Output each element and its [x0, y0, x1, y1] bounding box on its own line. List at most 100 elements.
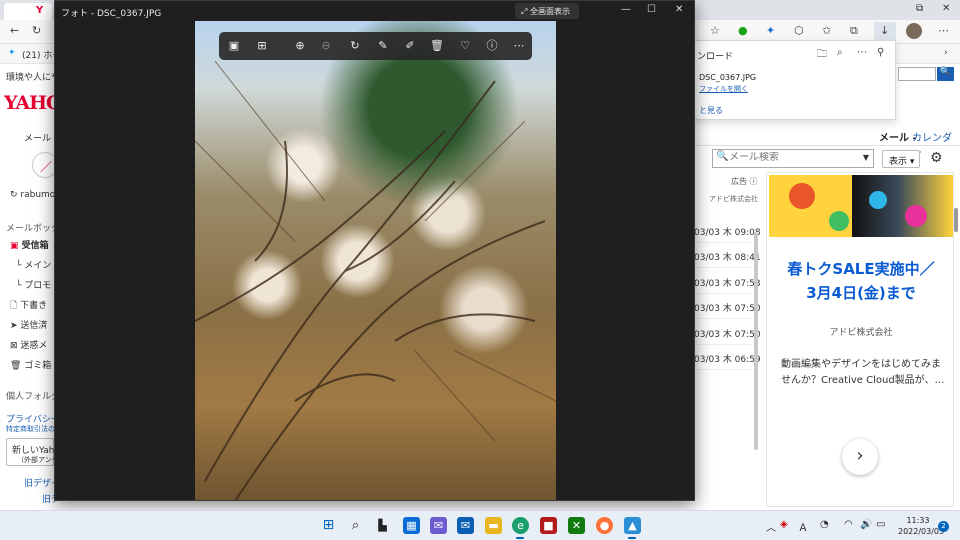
folder-trash-label: ゴミ箱 [24, 361, 52, 371]
start-windows-icon[interactable]: ⊞ [320, 517, 337, 534]
commerce-law-link[interactable]: 特定商取引法の [6, 424, 55, 434]
web-search-button[interactable]: 🔍 [937, 67, 954, 81]
ad-headline[interactable]: 春トクSALE実施中／ 3月4日(金)まで [767, 257, 955, 305]
photos-window: フォト - DSC_0367.JPG ⤢ 全画面表示 — ☐ ✕ ▣ ⊞ ⊕ ⊖… [54, 0, 695, 501]
pin-icon[interactable]: ⚲ [877, 47, 884, 58]
account-row[interactable]: ↻ rabumo [10, 190, 55, 200]
page-scrollbar[interactable] [954, 208, 958, 232]
refresh-button[interactable]: ↻ [32, 24, 41, 37]
app-icon[interactable]: ■ [540, 517, 557, 534]
info-icon[interactable]: ⓘ [484, 38, 500, 54]
maximize-button[interactable]: ☐ [647, 4, 656, 15]
folder-sent[interactable]: ➤ 送信済 [10, 318, 47, 331]
wifi-icon[interactable]: ◠ [844, 519, 853, 530]
open-file-link[interactable]: ファイルを開く [699, 84, 748, 94]
edge-browser-icon[interactable]: e [512, 517, 529, 534]
favorite-heart-icon[interactable]: ♡ [457, 38, 473, 54]
tray-chevron-icon[interactable]: ︿ [766, 519, 776, 534]
favorites-icon[interactable]: ✩ [822, 24, 831, 37]
yahoo-logo[interactable]: YAHO [4, 92, 63, 114]
rotate-icon[interactable]: ↻ [347, 38, 363, 54]
more-menu-icon[interactable]: ⋯ [938, 24, 949, 37]
favorite-star-icon[interactable]: ☆ [710, 24, 720, 37]
extension-green-icon[interactable]: ● [738, 24, 748, 37]
new-yahoo-sub: （外部アンケ [17, 456, 59, 464]
new-yahoo-box[interactable]: 新しいYaho （外部アンケ [6, 438, 60, 466]
banner-text[interactable]: 環境や人にや [6, 70, 60, 83]
folder-promo[interactable]: └ プロモ [16, 278, 51, 291]
display-button[interactable]: 表示 ▾ [882, 150, 920, 168]
clock[interactable]: 11:33 2022/03/03 [898, 515, 944, 537]
folder-main[interactable]: └ メイン [16, 258, 51, 271]
open-folder-icon[interactable]: 🗀 [817, 47, 827, 64]
browser-close-button[interactable]: ✕ [942, 3, 950, 14]
twitter-icon: ✦ [8, 48, 16, 58]
see-more-link[interactable]: と見る [699, 105, 723, 116]
notification-badge[interactable]: 2 [938, 521, 949, 532]
battery-icon[interactable]: ▭ [876, 519, 885, 530]
tray-app-icon[interactable]: ◈ [780, 519, 788, 530]
chat-icon[interactable]: ✉ [430, 517, 447, 534]
extension-blue-icon[interactable]: ✦ [766, 24, 775, 37]
collections-icon[interactable]: ⧉ [850, 24, 858, 38]
ad-banner-image[interactable] [769, 175, 953, 237]
minimize-button[interactable]: — [621, 4, 631, 15]
message-list-scrollbar[interactable] [754, 232, 758, 450]
volume-icon[interactable]: 🔊 [860, 519, 872, 530]
add-to-album-icon[interactable]: ⊞ [254, 38, 270, 54]
ime-icon[interactable]: Ａ [798, 519, 808, 534]
download-file-name[interactable]: DSC_0367.JPG [699, 73, 756, 82]
back-button[interactable]: ← [10, 24, 19, 37]
folder-spam[interactable]: ⊠ 迷惑メ [10, 338, 47, 351]
web-search-input[interactable] [898, 67, 936, 81]
message-date[interactable]: 03/03 木 07:53 [694, 276, 761, 289]
photo-plum-blossoms[interactable] [195, 21, 556, 500]
message-date[interactable]: 03/03 木 07:50 [694, 327, 761, 340]
search-icon[interactable]: ⌕ [837, 47, 843, 58]
mail-search-box[interactable]: 🔍 ▼ [712, 149, 874, 168]
search-icon[interactable]: ⌕ [347, 517, 364, 534]
tab-yahoo[interactable]: Y [4, 3, 52, 20]
message-date[interactable]: 03/03 木 06:59 [694, 352, 761, 365]
edit-icon[interactable]: ✎ [375, 38, 391, 54]
close-button[interactable]: ✕ [675, 4, 683, 15]
extensions-puzzle-icon[interactable]: ⬡ [794, 24, 804, 37]
settings-gear-icon[interactable]: ⚙ [930, 150, 943, 166]
message-date[interactable]: 03/03 木 08:41 [694, 250, 761, 263]
download-icon[interactable]: ↓ [874, 22, 896, 40]
mail-icon[interactable]: ✉ [457, 517, 474, 534]
browser-restore-button[interactable]: ⧉ [916, 3, 923, 14]
folder-drafts[interactable]: 🗋 下書き [10, 298, 47, 314]
task-view-icon[interactable]: ▙ [374, 517, 391, 534]
ad-label[interactable]: 広告 ⓘ [731, 176, 758, 187]
search-dropdown-icon[interactable]: ▼ [863, 153, 869, 162]
photos-app-icon[interactable]: ▲ [624, 517, 641, 534]
tree-branches [195, 60, 556, 500]
delete-trash-icon[interactable]: 🗑 [429, 38, 445, 54]
draw-pen-icon[interactable]: ✐ [402, 38, 418, 54]
more-options-icon[interactable]: ⋯ [511, 38, 527, 54]
folder-inbox[interactable]: ▣ 受信箱 [10, 238, 49, 251]
bookmarks-chevron-icon[interactable]: › [944, 48, 948, 58]
mail-search-input[interactable] [729, 152, 857, 163]
file-explorer-icon[interactable]: ▬ [485, 517, 502, 534]
zoom-in-icon[interactable]: ⊕ [292, 38, 308, 54]
zoom-out-icon[interactable]: ⊖ [318, 38, 334, 54]
more-options-icon[interactable]: ⋯ [857, 47, 867, 58]
message-date[interactable]: 03/03 木 07:50 [694, 301, 761, 314]
ad-sponsor-small[interactable]: アドビ株式会社 [709, 194, 758, 204]
edit-image-icon[interactable]: ▣ [226, 38, 242, 54]
edge-active-indicator [516, 537, 524, 539]
widgets-icon[interactable]: ▦ [403, 517, 420, 534]
xbox-icon[interactable]: ✕ [568, 517, 585, 534]
fullscreen-button[interactable]: ⤢ 全画面表示 [515, 3, 579, 19]
folder-trash[interactable]: 🗑 ゴミ箱 [10, 358, 51, 371]
firefox-icon[interactable]: ● [596, 517, 613, 534]
downloads-flyout: ンロード 🗀 ⌕ ⋯ ⚲ DSC_0367.JPG ファイルを開く と見る [692, 40, 896, 120]
message-date[interactable]: 03/03 木 09:08 [694, 225, 761, 238]
header-mail[interactable]: メール - [879, 129, 917, 144]
profile-avatar[interactable] [906, 23, 922, 39]
ad-next-chevron-icon[interactable]: › [842, 439, 878, 475]
ad-panel[interactable]: 春トクSALE実施中／ 3月4日(金)まで アドビ株式会社 動画編集やデザインを… [766, 172, 954, 507]
tray-status-icon[interactable]: ◔ [820, 519, 829, 530]
